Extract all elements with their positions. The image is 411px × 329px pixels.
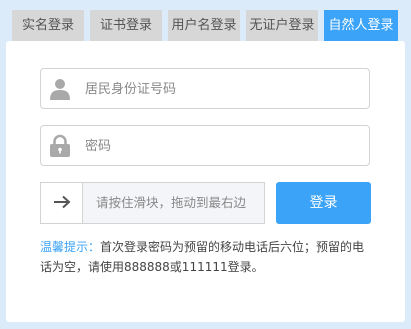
tab-certificate-login[interactable]: 证书登录	[90, 10, 162, 41]
tab-real-name-login[interactable]: 实名登录	[12, 10, 84, 41]
login-panel: 请按住滑块，拖动到最右边 登录 温馨提示：首次登录密码为预留的移动电话后六位；预…	[6, 41, 405, 322]
login-tip: 温馨提示：首次登录密码为预留的移动电话后六位；预留的电话为空，请使用888888…	[40, 237, 375, 277]
password-field	[40, 125, 370, 166]
tab-natural-person-login[interactable]: 自然人登录	[324, 10, 398, 41]
login-button[interactable]: 登录	[276, 182, 371, 224]
tip-label: 温馨提示：	[40, 240, 101, 254]
id-number-field	[40, 68, 370, 109]
arrow-right-icon	[53, 194, 71, 213]
slider-captcha: 请按住滑块，拖动到最右边	[40, 182, 265, 224]
tab-username-login[interactable]: 用户名登录	[168, 10, 240, 41]
id-number-input[interactable]	[85, 77, 355, 101]
tab-no-certificate-login[interactable]: 无证户登录	[246, 10, 318, 41]
slider-handle[interactable]	[41, 183, 83, 223]
user-icon	[48, 77, 72, 101]
lock-icon	[48, 134, 72, 158]
password-input[interactable]	[85, 134, 355, 158]
slider-hint-text: 请按住滑块，拖动到最右边	[96, 195, 247, 210]
